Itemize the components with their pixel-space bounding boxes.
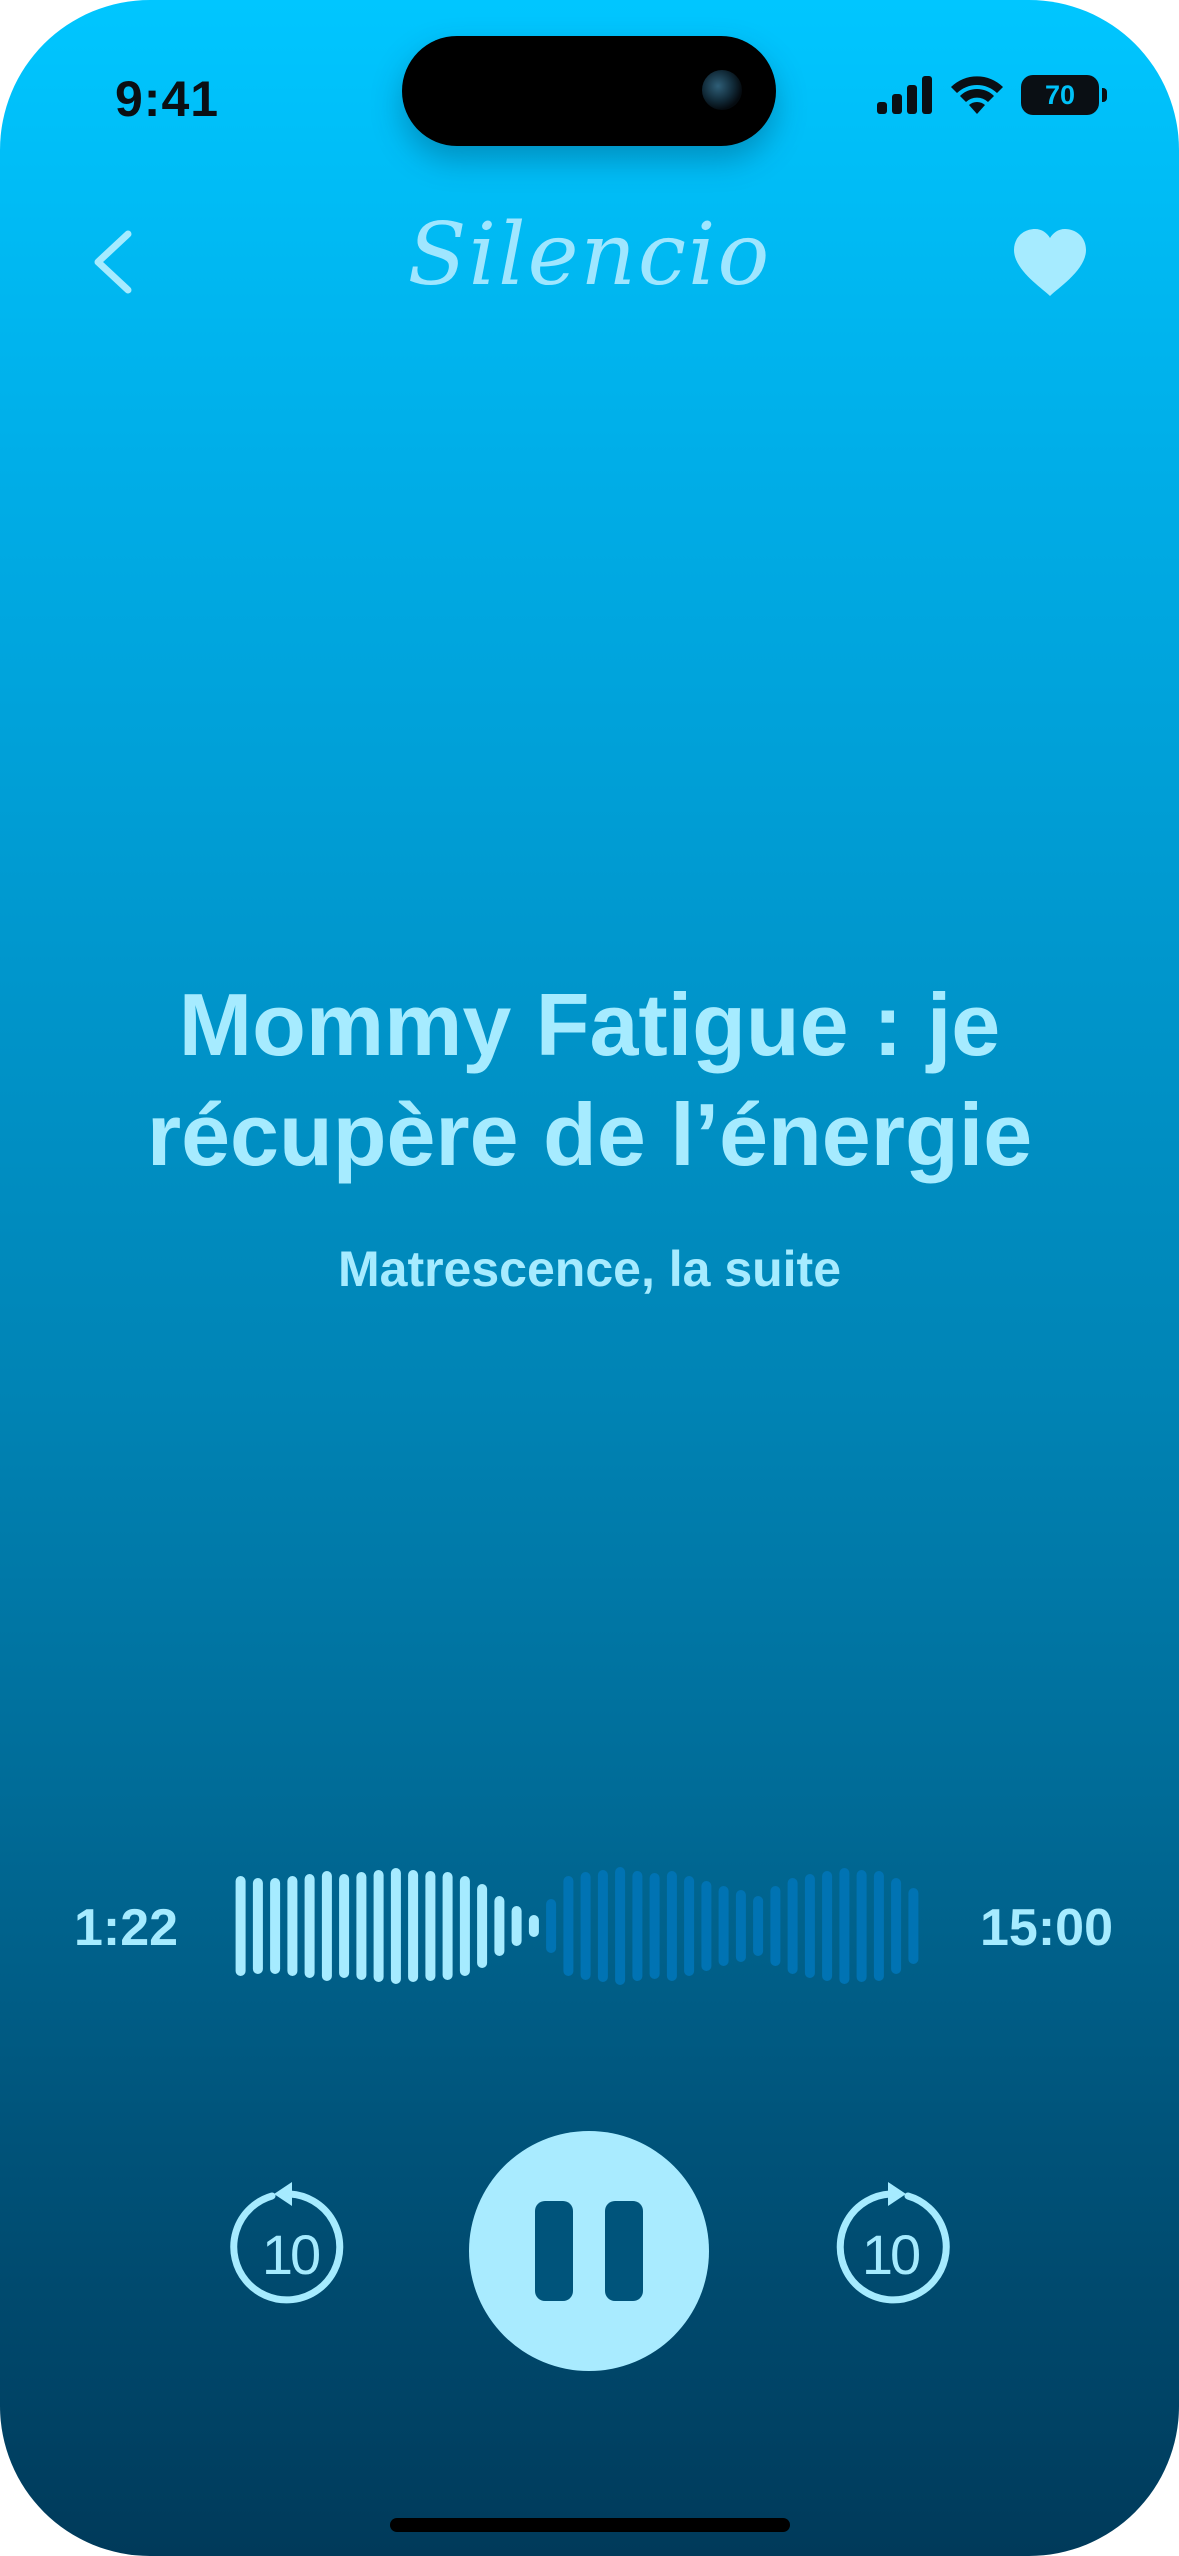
waveform-bar: [511, 1906, 522, 1946]
waveform-bar: [632, 1871, 643, 1981]
waveform-bar: [494, 1896, 505, 1956]
waveform-bar: [891, 1878, 902, 1974]
player-screen: 9:41 70 Silencio Mommy Fatigue : je récu…: [0, 0, 1179, 2556]
waveform-bar: [304, 1874, 315, 1978]
waveform-bar: [408, 1870, 419, 1982]
waveform-bar: [546, 1899, 557, 1953]
total-time: 15:00: [980, 1899, 1113, 1957]
rewind-10-button[interactable]: 10: [230, 2180, 350, 2310]
waveform-bar: [425, 1871, 436, 1981]
battery-icon: 70: [1021, 75, 1107, 115]
home-indicator[interactable]: [390, 2518, 790, 2532]
wifi-icon: [951, 76, 1003, 114]
track-title: Mommy Fatigue : je récupère de l’énergie: [146, 975, 1033, 1184]
waveform-bar: [597, 1870, 608, 1982]
signal-icon: [877, 76, 932, 114]
waveform-bar: [252, 1878, 263, 1974]
elapsed-time: 1:22: [74, 1899, 179, 1957]
waveform-bar: [477, 1884, 488, 1968]
waveform-bar: [701, 1881, 712, 1971]
status-icons: 70: [877, 72, 1107, 118]
waveform-bar: [822, 1871, 833, 1981]
status-time: 9:41: [115, 71, 220, 127]
pause-button[interactable]: [469, 2131, 709, 2371]
waveform-bar: [770, 1886, 781, 1966]
pause-icon-bar: [605, 2201, 643, 2301]
waveform-bar: [373, 1870, 384, 1982]
waveform-bar: [839, 1868, 850, 1984]
dynamic-island: [402, 36, 776, 146]
waveform-bar: [442, 1872, 453, 1980]
waveform-bar: [684, 1876, 695, 1976]
waveform-bar: [856, 1870, 867, 1982]
waveform-bar: [459, 1876, 470, 1976]
waveform-bar: [649, 1873, 660, 1979]
waveform-bar: [666, 1871, 677, 1981]
forward-label: 10: [861, 2223, 921, 2286]
waveform-bar: [356, 1872, 367, 1980]
waveform-bar: [735, 1890, 746, 1962]
waveform-bar: [873, 1871, 884, 1981]
track-subtitle: Matrescence, la suite: [337, 1241, 842, 1297]
waveform-bar: [787, 1878, 798, 1974]
waveform-bar: [753, 1896, 764, 1956]
battery-level: 70: [1044, 79, 1076, 110]
waveform-bar: [287, 1876, 298, 1976]
waveform-bar: [321, 1871, 332, 1981]
waveform-bar: [804, 1874, 815, 1978]
rewind-label: 10: [261, 2223, 321, 2286]
pause-icon: [535, 2201, 573, 2301]
waveform-bar: [528, 1915, 539, 1937]
waveform-bar: [563, 1876, 574, 1976]
waveform-bar: [580, 1872, 591, 1980]
waveform-scrubber[interactable]: [232, 1860, 922, 1992]
waveform-bar: [615, 1867, 626, 1985]
camera-icon: [702, 70, 742, 110]
waveform-bar: [339, 1874, 350, 1978]
forward-10-button[interactable]: 10: [830, 2180, 950, 2310]
waveform-bar: [718, 1886, 729, 1966]
waveform-bar: [908, 1888, 919, 1964]
waveform-bar: [235, 1876, 246, 1976]
waveform-bar: [270, 1878, 281, 1974]
heart-icon[interactable]: [1012, 228, 1088, 298]
app-title: Silencio: [407, 205, 772, 305]
waveform-bar: [390, 1868, 401, 1984]
